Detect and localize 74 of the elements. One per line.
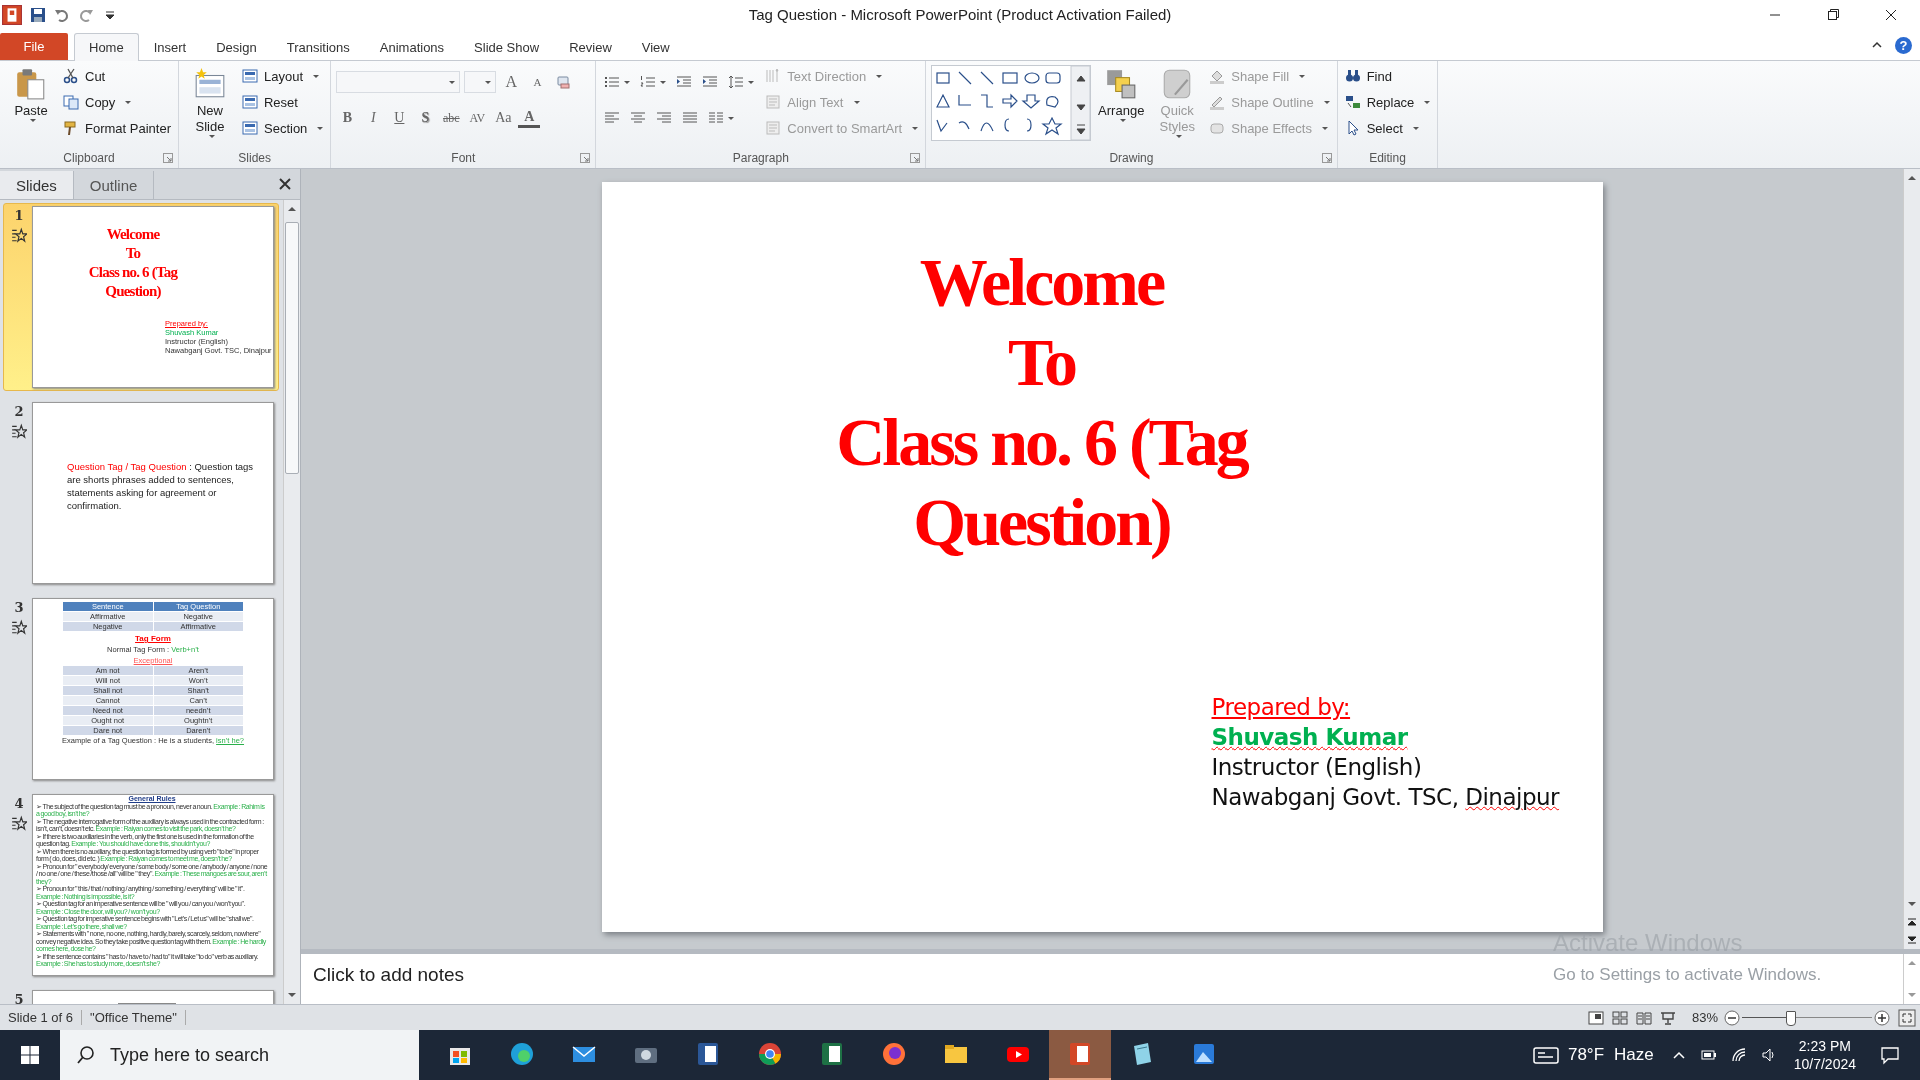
ribbon-tab[interactable]: Animations: [364, 33, 460, 60]
notes-field[interactable]: Click to add notes: [313, 964, 465, 985]
slide-title: Welcome: [918, 243, 1165, 322]
format-button[interactable]: U: [388, 107, 411, 129]
ribbon-button[interactable]: Section: [240, 117, 326, 139]
format-button[interactable]: S: [414, 107, 437, 129]
ribbon-tab[interactable]: Slide Show: [459, 33, 555, 60]
clock-date[interactable]: 10/7/2024: [1793, 1055, 1856, 1073]
credit-line: Instructor (English): [1211, 753, 1423, 782]
ribbon-tab[interactable]: Design: [201, 33, 272, 60]
window-title: Tag Question - Microsoft PowerPoint (Product Activation Failed): [748, 6, 1172, 23]
theme-name[interactable]: "Office Theme": [82, 1010, 186, 1025]
weather-temperature[interactable]: 78°F: [1567, 1045, 1604, 1065]
slide-counter: Slide 1 of 6: [0, 1010, 83, 1025]
slide-thumbnail[interactable]: Question Tag / Tag Question : Question tags are shorts phrases added to sentences, statements asking for agreement or confirmation.: [32, 402, 274, 584]
slide-canvas[interactable]: Welcome To Class no. 6 (Tag Question) Prepared by: Shuvash Kumar Instructor (English) Nawabganj Govt. TSC, Dinajpur: [601, 182, 1603, 932]
format-button[interactable]: AV: [466, 107, 489, 129]
credit-line: Prepared by:: [1211, 693, 1352, 722]
format-button[interactable]: A: [518, 108, 541, 128]
group-label: Font: [451, 151, 476, 165]
group-label: Editing: [1369, 151, 1406, 165]
slide-title: To: [1006, 323, 1077, 402]
slide-thumbnail-row[interactable]: 5: [3, 987, 279, 1004]
slide-number: 1: [14, 208, 24, 223]
group-label: Drawing: [1109, 151, 1154, 165]
panel-tab[interactable]: Slides: [0, 171, 74, 199]
ribbon-button[interactable]: Layout: [240, 65, 326, 87]
format-button[interactable]: B: [336, 107, 359, 129]
slide-title: Class no. 6 (Tag: [835, 403, 1249, 482]
definition-text: Question Tag / Tag Question : Question tags are shorts phrases added to sentences, statements asking for agreement or confirmation.: [67, 460, 255, 512]
ribbon-tab[interactable]: Insert: [138, 33, 202, 60]
ribbon-button[interactable]: Select: [1342, 117, 1433, 139]
credit-line: Shuvash Kumar: [1211, 723, 1409, 752]
format-button[interactable]: A: [500, 71, 523, 93]
zoom-level[interactable]: 83%: [1691, 1010, 1718, 1025]
weather-condition[interactable]: Haze: [1614, 1045, 1654, 1065]
ribbon-tab[interactable]: Home: [74, 33, 139, 61]
slide-number: 3: [14, 600, 24, 615]
group-label: Slides: [238, 151, 271, 165]
credit-line: Nawabganj Govt. TSC, Dinajpur: [1211, 783, 1561, 812]
slide-number: 2: [14, 404, 24, 419]
ribbon-button[interactable]: Find: [1342, 65, 1433, 87]
ribbon-button[interactable]: Reset: [240, 91, 326, 113]
slide-title: Question): [912, 483, 1171, 562]
ribbon-button[interactable]: Format Painter: [61, 117, 173, 139]
taskbar-search-field[interactable]: Type here to search: [60, 1030, 419, 1080]
group-label: Clipboard: [63, 151, 115, 165]
slide-number: 5: [14, 992, 24, 1004]
ribbon-tab[interactable]: Review: [554, 33, 627, 60]
ribbon-button[interactable]: Arrange: [1095, 65, 1148, 148]
slide-number: 4: [14, 796, 24, 811]
format-button[interactable]: A: [526, 71, 549, 93]
section-heading: Tag Form: [135, 634, 171, 643]
slide-thumbnail-row[interactable]: 2 Question Tag / Tag Question : Question tags are shorts phrases added to sentences, statements asking for agreement or confirmation.: [3, 399, 279, 587]
ribbon-tab[interactable]: Transitions: [271, 33, 365, 60]
ribbon-tab[interactable]: View: [626, 33, 685, 60]
ribbon-button[interactable]: Copy: [61, 91, 173, 113]
ribbon-button[interactable]: Paste: [5, 65, 57, 148]
format-button[interactable]: abc: [440, 107, 463, 129]
slide-title: To: [124, 244, 142, 263]
ribbon-button[interactable]: Replace: [1342, 91, 1433, 113]
slide-title: Class no. 6 (Tag: [87, 263, 179, 282]
help-button[interactable]: ?: [1895, 36, 1912, 54]
file-tab[interactable]: File: [0, 33, 68, 60]
ribbon-button[interactable]: New Slide: [184, 65, 236, 148]
panel-tab[interactable]: Outline: [73, 171, 155, 199]
slide-title: Welcome: [105, 225, 161, 244]
ribbon-button[interactable]: Cut: [61, 65, 173, 87]
format-button[interactable]: I: [362, 107, 385, 129]
clock-time[interactable]: 2:23 PM: [1798, 1037, 1851, 1055]
activation-text: Go to Settings to activate Windows.: [1553, 965, 1822, 985]
slide-title: Question): [104, 282, 162, 301]
group-label: Paragraph: [732, 151, 789, 165]
format-button[interactable]: Aa: [492, 107, 515, 129]
